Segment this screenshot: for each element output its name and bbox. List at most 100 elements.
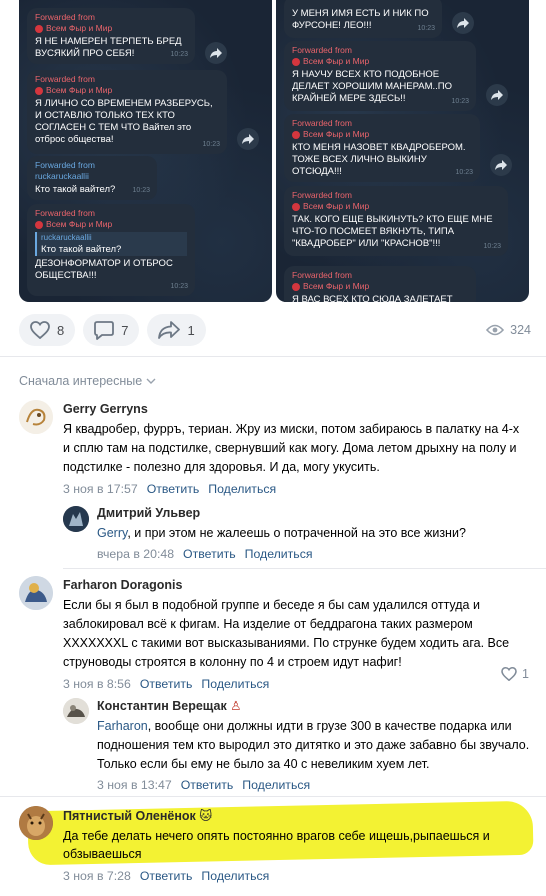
forwarded-label: Forwarded from: [35, 12, 95, 22]
message-bubble: Forwarded from Всем Фыр и Мир Я НЕ НАМЕР…: [27, 8, 195, 64]
comment-button[interactable]: 7: [83, 314, 140, 346]
chevron-down-icon: [146, 378, 156, 384]
share-count: 1: [187, 322, 195, 338]
telegram-screenshot-left[interactable]: Forwarded from Всем Фыр и Мир Я НЕ НАМЕР…: [19, 0, 272, 302]
avatar[interactable]: [63, 698, 89, 724]
forwarded-label: Forwarded from: [292, 270, 352, 280]
comment-date[interactable]: 3 ноя в 7:28: [63, 869, 131, 883]
reply-button[interactable]: Ответить: [140, 677, 193, 691]
forward-source: Всем Фыр и Мир: [292, 56, 468, 67]
forwarded-label: Forwarded from: [292, 118, 352, 128]
sort-label: Сначала интересные: [19, 374, 143, 388]
message-bubble: Forwarded from Всем Фыр и Мир Я НАУЧУ ВС…: [284, 41, 476, 111]
comment: Пятнистый Оленёнок 🐱 Да тебе делать нече…: [63, 808, 528, 883]
reply-button[interactable]: Ответить: [140, 869, 193, 883]
share-link[interactable]: Поделиться: [245, 547, 313, 561]
comment-meta: 3 ноя в 17:57 Ответить Поделиться: [63, 482, 528, 496]
message-text: Я ВАС ВСЕХ КТО СЮДА ЗАЛЕТАЕТ: [292, 294, 453, 302]
channel-avatar-icon: [35, 220, 43, 229]
comment-date[interactable]: 3 ноя в 8:56: [63, 677, 131, 691]
comment-text: Gerry, и при этом не жалеешь о потраченн…: [97, 526, 466, 540]
telegram-screenshot-right[interactable]: У МЕНЯ ИМЯ ЕСТЬ И НИК ПО ФУРСОНЕ! ЛЕО!!!…: [276, 0, 529, 302]
message-time: 10:23: [451, 98, 469, 105]
comment-meta: вчера в 20:48 Ответить Поделиться: [97, 547, 527, 561]
message-time: 10:23: [483, 243, 501, 250]
comment-author[interactable]: Farharon Doragonis: [63, 578, 528, 592]
channel-avatar-icon: [35, 86, 43, 95]
share-icon: [158, 321, 181, 339]
comment-date[interactable]: 3 ноя в 17:57: [63, 482, 138, 496]
reply-quote: ruckaruckaallii Кто такой вайтел?: [35, 232, 187, 256]
message-bubble: Forwarded from Всем Фыр и Мир Я ВАС ВСЕХ…: [284, 266, 476, 302]
forward-source: Всем Фыр и Мир: [292, 129, 472, 140]
reply-button[interactable]: Ответить: [181, 778, 234, 792]
reply-button[interactable]: Ответить: [183, 547, 236, 561]
message-time: 10:23: [202, 141, 220, 148]
channel-avatar-icon: [35, 24, 43, 33]
mention-link[interactable]: Gerry: [97, 526, 127, 540]
reply-button[interactable]: Ответить: [147, 482, 200, 496]
forwarded-label: Forwarded from: [35, 208, 95, 218]
message-time: 10:23: [170, 51, 188, 58]
channel-avatar-icon: [292, 202, 300, 211]
mention-link[interactable]: Farharon: [97, 719, 148, 733]
message-text: ТАК. КОГО ЕЩЕ ВЫКИНУТЬ? КТО ЕЩЕ МНЕ ЧТО-…: [292, 214, 493, 249]
comment-author[interactable]: Пятнистый Оленёнок 🐱: [63, 808, 528, 823]
avatar[interactable]: [19, 576, 53, 610]
message-bubble: Forwarded from ruckaruckaallii Кто такой…: [27, 156, 157, 200]
message-text: ДЕЗОНФОРМАТОР И ОТБРОС ОБЩЕСТВА!!!: [35, 258, 173, 281]
share-button[interactable]: 1: [147, 314, 206, 346]
forwarded-label: Forwarded from: [292, 45, 352, 55]
forward-source: ruckaruckaallii: [35, 171, 89, 181]
share-link[interactable]: Поделиться: [201, 869, 269, 883]
share-link[interactable]: Поделиться: [201, 677, 269, 691]
message-time: 10:23: [170, 283, 188, 290]
views-counter: 324: [486, 323, 531, 337]
message-bubble: Forwarded from Всем Фыр и Мир КТО МЕНЯ Н…: [284, 114, 480, 182]
message-bubble: Forwarded from Всем Фыр и Мир Я ЛИЧНО СО…: [27, 70, 227, 154]
message-text: Я НЕ НАМЕРЕН ТЕРПЕТЬ БРЕД ВУСЯКИЙ ПРО СЕ…: [35, 36, 182, 59]
channel-avatar-icon: [292, 130, 300, 139]
avatar[interactable]: [19, 806, 53, 840]
forwarded-label: Forwarded from: [35, 74, 95, 84]
post-screenshots[interactable]: Forwarded from Всем Фыр и Мир Я НЕ НАМЕР…: [19, 0, 529, 302]
forward-source: Всем Фыр и Мир: [292, 281, 468, 292]
comment-icon: [94, 320, 115, 340]
views-count: 324: [510, 323, 531, 337]
message-bubble: У МЕНЯ ИМЯ ЕСТЬ И НИК ПО ФУРСОНЕ! ЛЕО!!!…: [284, 0, 442, 38]
heart-icon: [30, 321, 50, 339]
share-link[interactable]: Поделиться: [208, 482, 276, 496]
message-time: 10:23: [132, 187, 150, 194]
comment-text: Я квадробер, фурръ, териан. Жру из миски…: [63, 422, 520, 474]
comment-meta: 3 ноя в 8:56 Ответить Поделиться: [63, 677, 528, 691]
channel-avatar-icon: [292, 57, 300, 66]
message-time: 10:23: [455, 169, 473, 176]
comment-count: 7: [121, 322, 129, 338]
forwarded-label: Forwarded from: [292, 190, 352, 200]
comment-text: Farharon, вообще они должны идти в грузе…: [97, 719, 530, 771]
sticker-icon: 🐱: [199, 809, 213, 823]
avatar[interactable]: [19, 400, 53, 434]
sort-dropdown[interactable]: Сначала интересные: [19, 374, 156, 388]
comment-author[interactable]: Дмитрий Ульвер: [97, 506, 527, 520]
message-bubble: Forwarded from Всем Фыр и Мир ТАК. КОГО …: [284, 186, 508, 256]
comment-text: Если бы я был в подобной группе и беседе…: [63, 598, 510, 669]
forward-source: Всем Фыр и Мир: [35, 219, 187, 230]
comment-date[interactable]: вчера в 20:48: [97, 547, 174, 561]
comment: Gerry Gerryns Я квадробер, фурръ, териан…: [63, 402, 528, 496]
comment-text: Да тебе делать нечего опять постоянно вр…: [63, 829, 490, 861]
comment-author[interactable]: Константин Верещак ♙: [97, 698, 532, 713]
like-button[interactable]: 8: [19, 314, 76, 346]
share-arrow-icon: [486, 84, 508, 106]
share-link[interactable]: Поделиться: [242, 778, 310, 792]
avatar[interactable]: [63, 506, 89, 532]
share-arrow-icon: [490, 154, 512, 176]
comment-meta: 3 ноя в 13:47 Ответить Поделиться: [97, 778, 532, 792]
comment-date[interactable]: 3 ноя в 13:47: [97, 778, 172, 792]
heart-icon: [501, 667, 517, 681]
share-arrow-icon: [237, 128, 259, 150]
comment-like-button[interactable]: 1: [501, 667, 529, 681]
share-arrow-icon: [452, 12, 474, 34]
share-arrow-icon: [205, 42, 227, 64]
comment-author[interactable]: Gerry Gerryns: [63, 402, 528, 416]
